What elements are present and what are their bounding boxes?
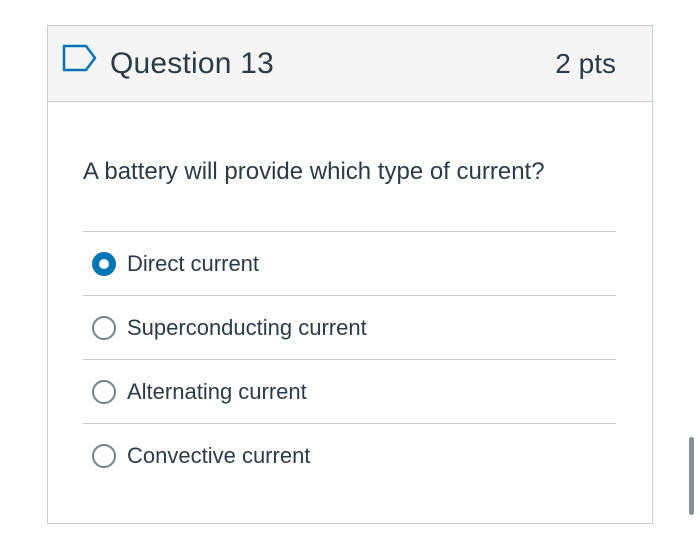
question-header: Question 13 2 pts bbox=[48, 26, 652, 102]
question-points: 2 pts bbox=[555, 47, 616, 79]
question-header-left: Question 13 bbox=[62, 44, 274, 81]
question-body: A battery will provide which type of cur… bbox=[48, 102, 652, 488]
answer-option[interactable]: Direct current bbox=[83, 232, 616, 296]
answer-option[interactable]: Convective current bbox=[83, 424, 616, 488]
answer-label: Direct current bbox=[127, 250, 260, 276]
answer-radio[interactable] bbox=[92, 444, 116, 468]
answer-label: Superconducting current bbox=[127, 314, 367, 340]
flag-question-icon[interactable] bbox=[62, 44, 98, 72]
question-card: Question 13 2 pts A battery will provide… bbox=[47, 25, 653, 524]
answer-label: Alternating current bbox=[127, 378, 307, 404]
answer-option[interactable]: Alternating current bbox=[83, 360, 616, 424]
answer-label: Convective current bbox=[127, 443, 311, 468]
answer-list: Direct current Superconducting current A… bbox=[83, 231, 616, 488]
answer-radio[interactable] bbox=[92, 315, 116, 340]
question-text: A battery will provide which type of cur… bbox=[83, 158, 545, 185]
answer-radio[interactable] bbox=[92, 379, 116, 404]
scrollbar-thumb[interactable] bbox=[689, 437, 694, 515]
answer-option[interactable]: Superconducting current bbox=[83, 296, 616, 360]
answer-radio-selected[interactable] bbox=[92, 251, 116, 276]
question-title: Question 13 bbox=[110, 46, 274, 80]
